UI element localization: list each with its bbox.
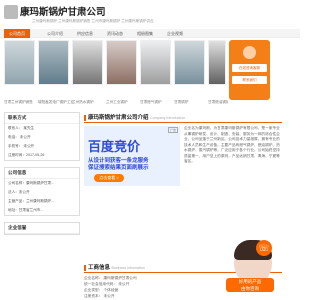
- service-avatar: [243, 46, 256, 59]
- main-nav: 公司首页 公司介绍 供应信息 资讯动态 相册图集 企业视频: [0, 29, 300, 38]
- company-info-box: 公司信息 公司名称：康玛斯锅炉甘肃... 法人：未公开 主营产品：兰州康玛斯锅炉…: [4, 167, 80, 216]
- credit-header: 企业信誉: [5, 223, 79, 234]
- business-line: 注册资本： 未公开: [84, 294, 115, 298]
- company-info-header: 公司信息: [5, 168, 79, 179]
- gallery-image-1[interactable]: [4, 40, 35, 85]
- floating-contact-panel: 在线咨询客服 联系我们: [229, 40, 270, 100]
- section-business-title: 工商信息: [88, 265, 111, 271]
- section-intro-title: 康玛斯锅炉甘肃公司介绍: [88, 115, 149, 121]
- ad-line-2: 保证搜索结果页面刷展示: [88, 165, 149, 171]
- nav-item-about[interactable]: 公司介绍: [42, 29, 68, 38]
- nav-item-home[interactable]: 公司首页: [4, 29, 30, 38]
- gallery-image-4[interactable]: [106, 40, 137, 85]
- contact-line: 联系人： 某先生: [8, 126, 35, 130]
- company-info-line: 主营产品：兰州康玛斯锅炉...: [8, 199, 55, 203]
- section-business-tag: Business information: [111, 266, 145, 270]
- gallery-image-7[interactable]: [208, 40, 226, 85]
- gallery-caption-4[interactable]: 兰州工业锅炉: [106, 100, 142, 105]
- page-title: 康玛斯锅炉甘肃公司: [20, 7, 106, 18]
- chat-pill[interactable]: 好用的产品 由你咨询: [226, 278, 274, 292]
- company-info-line: 法人：未公开: [8, 190, 30, 194]
- section-marker: [84, 264, 86, 271]
- chat-widget[interactable]: 好用的产品 由你咨询: [224, 240, 284, 292]
- section-intro-header: 康玛斯锅炉甘肃公司介绍 Company Introduction: [84, 112, 282, 123]
- contact-header: 联系方式: [5, 113, 79, 124]
- gallery-caption-3[interactable]: 兰州热水锅炉: [72, 100, 108, 105]
- company-logo[interactable]: [4, 5, 18, 19]
- ad-headline: 百度竞价: [88, 139, 141, 154]
- gallery-image-2[interactable]: [38, 40, 69, 85]
- contact-line: 电话： 未公开: [8, 135, 31, 139]
- page-subtitle: 兰州康玛斯锅炉 兰州康玛斯锅炉销售 兰州市康玛斯锅炉 兰州康玛斯锅炉供应: [32, 19, 154, 23]
- nav-item-video[interactable]: 企业视频: [162, 29, 188, 38]
- page-header: 康玛斯锅炉甘肃公司 兰州康玛斯锅炉 兰州康玛斯锅炉销售 兰州市康玛斯锅炉 兰州康…: [0, 0, 300, 26]
- product-gallery: 甘肃兰州锅炉销售 城阳鑫发电厂锅炉工业... 兰州热水锅炉 兰州工业锅炉 甘肃燃…: [0, 40, 260, 105]
- gallery-image-3[interactable]: [72, 40, 103, 85]
- gallery-caption-1[interactable]: 甘肃兰州锅炉销售: [4, 100, 40, 105]
- contact-line: 手机号： 未公开: [8, 144, 35, 148]
- nav-item-albums[interactable]: 相册图集: [132, 29, 158, 38]
- gallery-caption-5[interactable]: 甘肃燃气锅炉: [140, 100, 176, 105]
- online-consult-button[interactable]: 在线咨询客服: [232, 64, 267, 72]
- section-marker: [84, 114, 86, 121]
- contact-line: 注册时间：2017-05-26: [8, 153, 45, 157]
- section-intro-tag: Company Introduction: [150, 116, 186, 120]
- gallery-image-5[interactable]: [140, 40, 171, 85]
- gallery-caption-7[interactable]: 甘肃燃油锅炉: [208, 100, 228, 105]
- chat-line-1: 好用的产品: [238, 279, 262, 284]
- contact-box: 联系方式 联系人： 某先生 电话： 未公开 手机号： 未公开 注册时间：2017…: [4, 112, 80, 161]
- left-column: 联系方式 联系人： 某先生 电话： 未公开 手机号： 未公开 注册时间：2017…: [4, 112, 80, 241]
- gallery-caption-6[interactable]: 甘肃锅炉: [174, 100, 210, 105]
- ad-cta-button[interactable]: 点击查看 >: [94, 174, 124, 182]
- phone-icon[interactable]: ☏: [256, 240, 272, 256]
- gallery-caption-2[interactable]: 城阳鑫发电厂锅炉工业...: [38, 100, 74, 105]
- ad-label: 广告: [167, 127, 178, 133]
- company-info-line: 地址：甘肃省兰州市...: [8, 208, 44, 212]
- ad-banner[interactable]: 广告 百度竞价 从设计到获客一条龙服务 保证搜索结果页面刷展示 点击查看 >: [84, 126, 180, 186]
- company-info-line: 公司名称：康玛斯锅炉甘肃...: [8, 181, 55, 185]
- credit-box: 企业信誉: [4, 222, 80, 235]
- company-intro: 企业名为康玛斯，为甘肃康玛斯锅炉有限公司，是一家专业从事锅炉研发、设计、制造、安…: [184, 126, 280, 165]
- main-content: 康玛斯锅炉甘肃公司介绍 Company Introduction 广告 百度竞价…: [84, 112, 282, 298]
- nav-item-news[interactable]: 资讯动态: [102, 29, 128, 38]
- chat-line-2: 由你咨询: [241, 286, 259, 291]
- nav-item-supply[interactable]: 供应信息: [72, 29, 98, 38]
- page: 康玛斯锅炉甘肃公司 兰州康玛斯锅炉 兰州康玛斯锅炉销售 兰州市康玛斯锅炉 兰州康…: [0, 0, 300, 300]
- company-intro-text: 企业名为康玛斯，为甘肃康玛斯锅炉有限公司，是一家专业从事锅炉研发、设计、制造、安…: [184, 126, 280, 163]
- contact-us-button[interactable]: 联系我们: [232, 76, 267, 84]
- gallery-image-6[interactable]: [174, 40, 205, 85]
